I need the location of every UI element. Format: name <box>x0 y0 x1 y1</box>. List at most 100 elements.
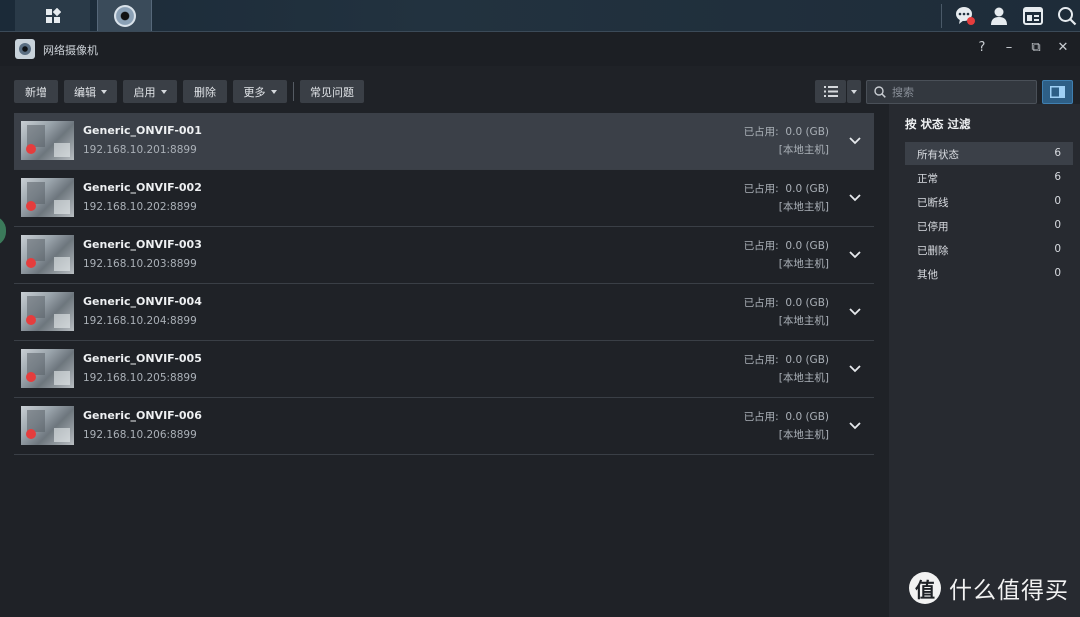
expand-row-button[interactable] <box>848 362 862 376</box>
host-label: [本地主机] <box>778 144 829 156</box>
chevron-down-icon <box>849 365 861 373</box>
storage-usage-value: 0.0 (GB) <box>785 297 829 309</box>
recording-status-dot <box>26 372 36 382</box>
camera-row[interactable]: Generic_ONVIF-003 192.168.10.203:8899 已占… <box>14 227 874 284</box>
filter-count: 6 <box>1054 171 1061 183</box>
search-icon <box>1058 6 1077 25</box>
expand-row-button[interactable] <box>848 305 862 319</box>
minimize-button[interactable]: – <box>1001 40 1017 55</box>
close-button[interactable]: ✕ <box>1055 40 1071 55</box>
storage-usage-value: 0.0 (GB) <box>785 411 829 423</box>
expand-row-button[interactable] <box>848 191 862 205</box>
chevron-down-icon <box>101 89 107 94</box>
camera-thumbnail <box>21 349 74 388</box>
restore-button[interactable]: ⧉ <box>1028 40 1044 55</box>
storage-usage: 已占用: 0.0 (GB) <box>744 295 829 310</box>
filter-label: 已断线 <box>917 197 949 209</box>
add-button[interactable]: 新增 <box>14 80 58 103</box>
search-input[interactable] <box>892 85 1032 99</box>
filter-label: 正常 <box>917 173 938 185</box>
filter-item-disabled[interactable]: 已停用 0 <box>905 214 1073 237</box>
camera-row[interactable]: Generic_ONVIF-006 192.168.10.206:8899 已占… <box>14 398 874 455</box>
storage-usage: 已占用: 0.0 (GB) <box>744 238 829 253</box>
host-label: [本地主机] <box>778 429 829 441</box>
storage-usage: 已占用: 0.0 (GB) <box>744 352 829 367</box>
recording-status-dot <box>26 429 36 439</box>
camera-name: Generic_ONVIF-005 <box>83 352 202 365</box>
side-panel-icon <box>1050 86 1065 98</box>
faq-button[interactable]: 常见问题 <box>300 80 364 103</box>
faq-button-label: 常见问题 <box>310 85 354 99</box>
storage-usage-label: 已占用: <box>743 183 779 195</box>
filter-count: 6 <box>1054 147 1061 159</box>
storage-usage-value: 0.0 (GB) <box>785 354 829 366</box>
global-search-button[interactable] <box>1050 0 1080 31</box>
camera-name: Generic_ONVIF-002 <box>83 181 202 194</box>
side-edge-tab[interactable] <box>0 216 6 246</box>
host-label: [本地主机] <box>778 258 829 270</box>
expand-row-button[interactable] <box>848 419 862 433</box>
filter-item-disconnected[interactable]: 已断线 0 <box>905 190 1073 213</box>
camera-thumbnail <box>21 292 74 331</box>
camera-ip: 192.168.10.205:8899 <box>83 372 197 384</box>
camera-row[interactable]: Generic_ONVIF-004 192.168.10.204:8899 已占… <box>14 284 874 341</box>
storage-usage: 已占用: 0.0 (GB) <box>744 124 829 139</box>
enable-button[interactable]: 启用 <box>123 80 177 103</box>
filter-panel-toggle[interactable] <box>1042 80 1073 104</box>
search-icon <box>874 86 886 98</box>
host-label: [本地主机] <box>778 201 829 213</box>
camera-list: Generic_ONVIF-001 192.168.10.201:8899 已占… <box>14 113 874 455</box>
storage-usage-value: 0.0 (GB) <box>785 126 829 138</box>
chat-bubble-icon <box>956 6 975 25</box>
filter-label: 已删除 <box>917 245 949 257</box>
grid-icon <box>45 7 61 23</box>
window-titlebar: 网络摄像机 ? – ⧉ ✕ <box>0 32 1080 66</box>
filter-count: 0 <box>1054 243 1061 255</box>
user-button[interactable] <box>982 0 1016 31</box>
filter-label: 所有状态 <box>917 149 959 161</box>
storage-usage-label: 已占用: <box>743 411 779 423</box>
edit-button[interactable]: 编辑 <box>64 80 117 103</box>
recording-status-dot <box>26 258 36 268</box>
expand-row-button[interactable] <box>848 134 862 148</box>
filter-label: 其他 <box>917 269 938 281</box>
search-field[interactable] <box>866 80 1037 104</box>
filter-label: 已停用 <box>917 221 949 233</box>
surveillance-app-taskbar-button[interactable] <box>97 0 152 31</box>
camera-ip: 192.168.10.202:8899 <box>83 201 197 213</box>
camera-thumbnail <box>21 406 74 445</box>
help-button[interactable]: ? <box>974 40 990 55</box>
camera-icon <box>113 4 136 27</box>
recording-status-dot <box>26 201 36 211</box>
view-mode-button[interactable] <box>815 80 846 103</box>
more-button[interactable]: 更多 <box>233 80 287 103</box>
chevron-down-icon <box>851 89 857 94</box>
storage-usage-value: 0.0 (GB) <box>785 183 829 195</box>
camera-row[interactable]: Generic_ONVIF-005 192.168.10.205:8899 已占… <box>14 341 874 398</box>
filter-item-other[interactable]: 其他 0 <box>905 262 1073 285</box>
camera-ip: 192.168.10.206:8899 <box>83 429 197 441</box>
recording-status-dot <box>26 144 36 154</box>
chevron-down-icon <box>849 137 861 145</box>
expand-row-button[interactable] <box>848 248 862 262</box>
filter-item-all[interactable]: 所有状态 6 <box>905 142 1073 165</box>
widgets-button[interactable] <box>1016 0 1050 31</box>
storage-usage-label: 已占用: <box>743 240 779 252</box>
notifications-button[interactable] <box>948 0 982 31</box>
filter-item-normal[interactable]: 正常 6 <box>905 166 1073 189</box>
camera-row[interactable]: Generic_ONVIF-001 192.168.10.201:8899 已占… <box>14 113 874 170</box>
main-menu-button[interactable] <box>15 0 90 31</box>
user-icon <box>991 7 1007 25</box>
camera-row[interactable]: Generic_ONVIF-002 192.168.10.202:8899 已占… <box>14 170 874 227</box>
watermark-text: 什么值得买 <box>949 578 1069 604</box>
view-mode-dropdown[interactable] <box>847 80 861 103</box>
camera-ip: 192.168.10.203:8899 <box>83 258 197 270</box>
camera-thumbnail <box>21 235 74 274</box>
widget-panel-icon <box>1023 6 1043 25</box>
delete-button[interactable]: 删除 <box>183 80 227 103</box>
storage-usage-label: 已占用: <box>743 126 779 138</box>
filter-count: 0 <box>1054 267 1061 279</box>
filter-item-deleted[interactable]: 已删除 0 <box>905 238 1073 261</box>
app-logo-icon <box>15 39 35 59</box>
chevron-down-icon <box>160 89 167 94</box>
